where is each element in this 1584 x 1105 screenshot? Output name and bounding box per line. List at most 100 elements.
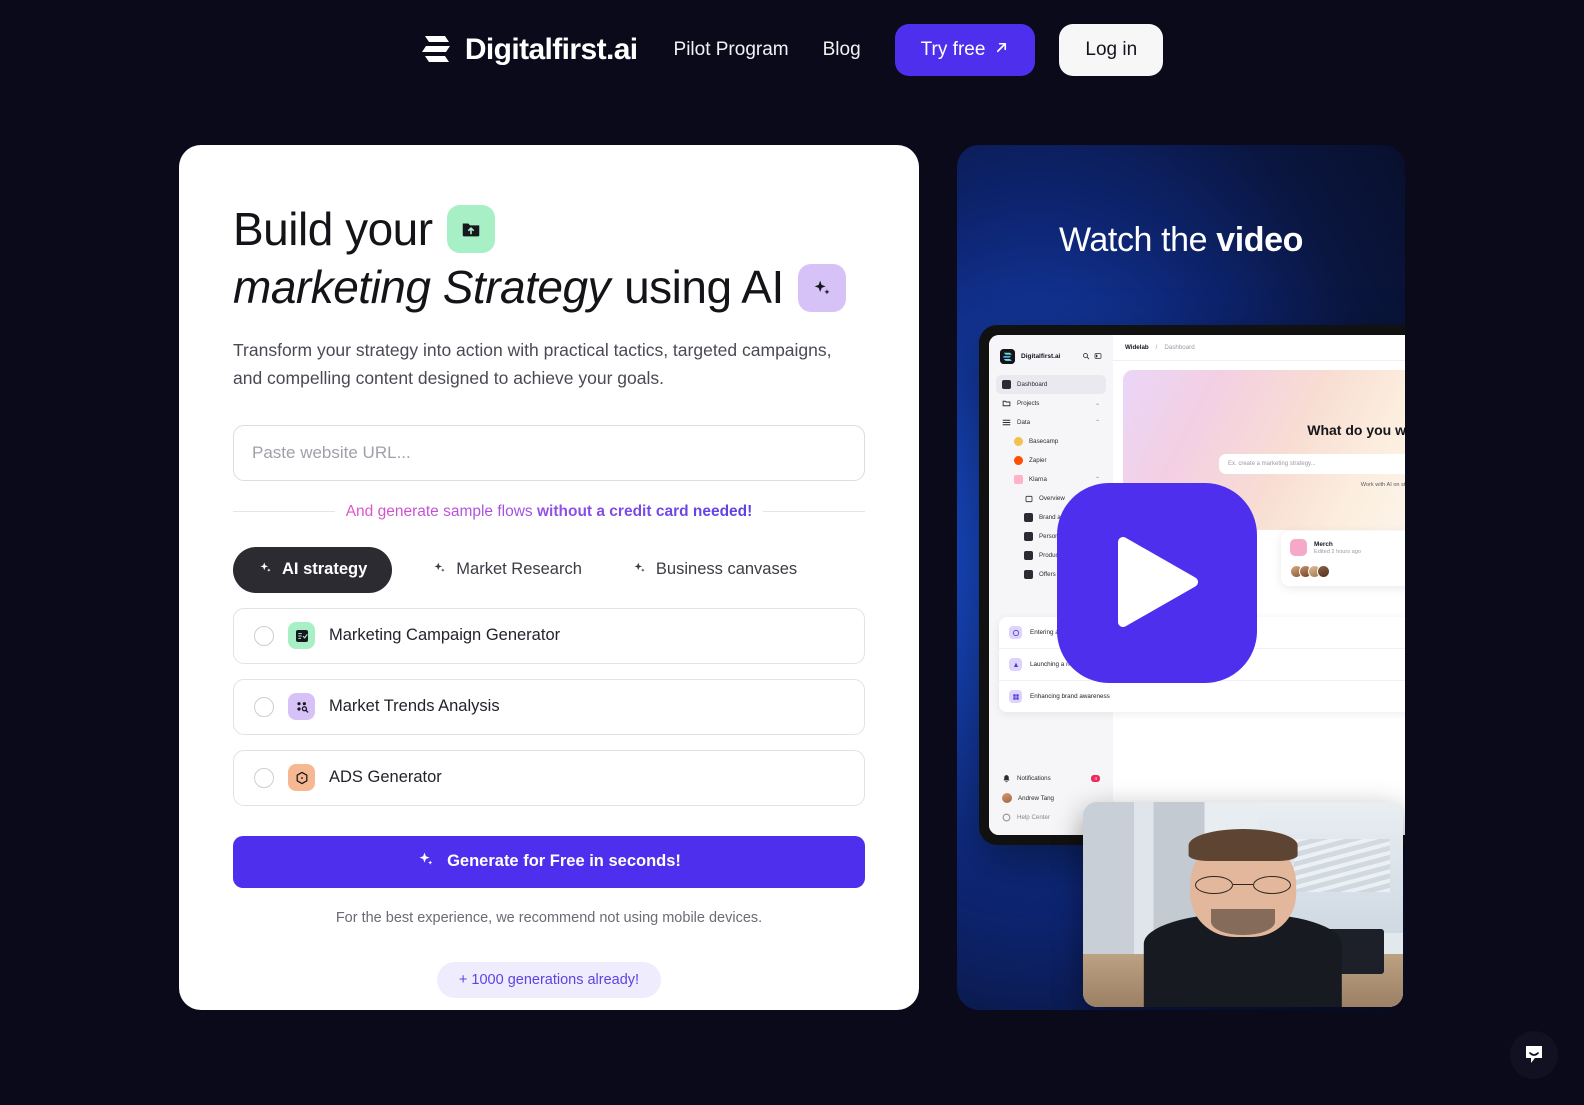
divider-left	[233, 511, 335, 513]
sidebar-item-zapier[interactable]: Zapier	[996, 451, 1106, 470]
zapier-icon	[1014, 456, 1023, 465]
tab-label: AI strategy	[282, 560, 368, 579]
website-url-input[interactable]	[233, 424, 865, 481]
sidebar-item-projects[interactable]: Projects ⌄	[996, 394, 1106, 413]
avatar	[1002, 793, 1012, 803]
credit-card-note: And generate sample flows without a cred…	[233, 503, 865, 521]
glasses-icon	[1195, 875, 1291, 895]
app-hero-note: Work with AI on strategy	[1360, 482, 1405, 488]
presenter-webcam	[1083, 802, 1403, 1007]
brand-assets-icon	[1024, 513, 1033, 522]
tab-business-canvases[interactable]: Business canvases	[622, 547, 807, 593]
credit-note-bold: without a credit card needed!	[536, 502, 753, 520]
tab-market-research[interactable]: Market Research	[422, 547, 592, 593]
sidebar-item-label: Dashboard	[1017, 381, 1048, 388]
app-brand-name: Digitalfirst.ai	[1021, 352, 1061, 360]
breadcrumb-current: Dashboard	[1164, 344, 1195, 351]
upload-folder-icon	[446, 205, 495, 254]
log-in-button[interactable]: Log in	[1059, 24, 1164, 76]
checklist-icon	[288, 622, 315, 650]
app-hero-input[interactable]: Ex. create a marketing strategy...	[1219, 454, 1405, 474]
merch-card-subtitle: Edited 2 hours ago	[1314, 548, 1361, 555]
grid-icon	[1002, 380, 1011, 389]
sidebar-item-label: Klarna	[1029, 476, 1047, 483]
generate-button[interactable]: Generate for Free in seconds!	[233, 835, 865, 888]
mode-tabs: AI strategy Market Research Business can…	[233, 546, 865, 593]
sidebar-item-notifications[interactable]: Notifications 4	[996, 769, 1106, 788]
presenter-hair	[1188, 828, 1298, 862]
chevron-down-icon: ⌄	[1094, 401, 1100, 407]
folder-icon	[1002, 399, 1011, 408]
notification-badge: 4	[1091, 775, 1100, 782]
option-marketing-campaign-generator[interactable]: Marketing Campaign Generator	[233, 607, 865, 664]
video-title-normal: Watch the	[1058, 221, 1217, 259]
basecamp-icon	[1014, 437, 1023, 446]
generations-badge: + 1000 generations already!	[436, 961, 662, 998]
hero-card: Build your marketing Strategy using AI T…	[179, 145, 919, 1010]
tab-ai-strategy[interactable]: AI strategy	[233, 546, 393, 593]
sidebar-item-label: Projects	[1017, 400, 1040, 407]
chat-widget-button[interactable]	[1510, 1031, 1558, 1079]
sparkle-icon	[632, 560, 647, 580]
play-icon	[1115, 536, 1199, 631]
sidebar-item-label: Offers	[1039, 571, 1056, 578]
video-panel: Watch the video Digitalfirst.ai Dashboar…	[957, 145, 1405, 1010]
sparkle-icon	[432, 560, 447, 580]
page-title: Build your marketing Strategy using AI	[233, 203, 865, 314]
help-icon	[1002, 813, 1011, 822]
main-stage: Build your marketing Strategy using AI T…	[0, 100, 1584, 1010]
nav-link-pilot-program[interactable]: Pilot Program	[674, 39, 789, 61]
play-video-button[interactable]	[1057, 483, 1257, 683]
brand-name: Digitalfirst.ai	[464, 33, 638, 66]
hexagon-icon	[288, 764, 315, 792]
app-brand: Digitalfirst.ai	[996, 343, 1106, 375]
search-icon[interactable]	[1082, 347, 1090, 365]
merch-card[interactable]: Merch Edited 2 hours ago ⋯	[1281, 531, 1405, 586]
try-free-button[interactable]: Try free	[894, 24, 1036, 76]
merch-card-title: Merch	[1314, 540, 1333, 548]
user-name: Andrew Tang	[1018, 794, 1055, 802]
breadcrumb-root[interactable]: Widelab	[1125, 344, 1149, 351]
list-icon	[1002, 418, 1011, 427]
building	[1294, 838, 1391, 893]
top-navigation: Digitalfirst.ai Pilot Program Blog Try f…	[0, 0, 1584, 100]
sidebar-toggle-icon[interactable]	[1094, 347, 1102, 365]
chevron-up-icon: ⌃	[1094, 477, 1100, 483]
sidebar-item-basecamp[interactable]: Basecamp	[996, 432, 1106, 451]
chevron-up-icon: ⌃	[1094, 420, 1100, 426]
option-label: ADS Generator	[329, 768, 442, 787]
sidebar-item-dashboard[interactable]: Dashboard	[996, 375, 1106, 394]
nav-link-blog[interactable]: Blog	[823, 39, 861, 61]
sidebar-item-label: Zapier	[1029, 457, 1047, 464]
radio-button[interactable]	[254, 625, 274, 646]
try-free-label: Try free	[920, 39, 986, 60]
presenter-beard	[1211, 908, 1275, 936]
title-line-1: Build your	[233, 203, 433, 255]
option-label: Marketing Campaign Generator	[329, 626, 561, 645]
sidebar-item-label: Help Center	[1017, 814, 1051, 821]
sidebar-item-label: Basecamp	[1029, 438, 1059, 445]
option-label: Market Trends Analysis	[329, 697, 500, 716]
avatar	[1317, 565, 1330, 578]
digitalfirst-logo-icon	[1000, 348, 1015, 364]
mobile-note: For the best experience, we recommend no…	[335, 909, 763, 926]
breadcrumb: Widelab / Dashboard	[1113, 335, 1405, 361]
radio-button[interactable]	[254, 767, 274, 788]
title-line-2-italic: marketing Strategy	[233, 261, 611, 314]
option-market-trends-analysis[interactable]: Market Trends Analysis	[233, 678, 865, 735]
generate-button-label: Generate for Free in seconds!	[447, 852, 681, 871]
tab-label: Business canvases	[655, 560, 798, 579]
list-item[interactable]: Enhancing brand awareness	[999, 680, 1405, 712]
radio-button[interactable]	[254, 696, 274, 717]
sidebar-item-label: Overview	[1039, 495, 1065, 502]
hero-subtitle: Transform your strategy into action with…	[233, 339, 832, 389]
option-ads-generator[interactable]: ADS Generator	[233, 749, 865, 806]
sparkle-icon	[797, 263, 846, 312]
brand-logo[interactable]: Digitalfirst.ai	[421, 33, 638, 67]
sidebar-item-label: Data	[1017, 419, 1031, 426]
chat-bubble-icon	[1522, 1042, 1546, 1069]
title-line-2-rest: using AI	[624, 261, 784, 314]
bell-icon	[1002, 774, 1011, 783]
sidebar-item-data[interactable]: Data ⌃	[996, 413, 1106, 432]
klarna-icon	[1014, 475, 1023, 484]
